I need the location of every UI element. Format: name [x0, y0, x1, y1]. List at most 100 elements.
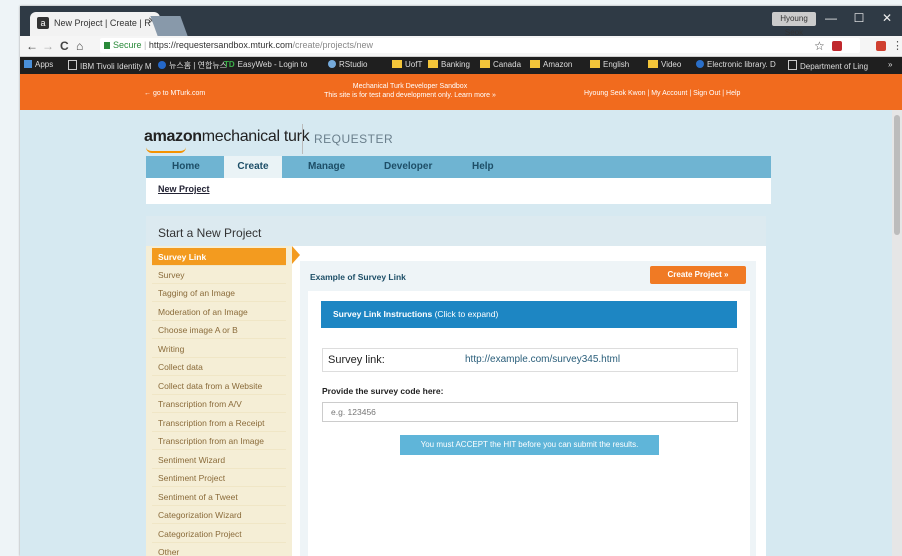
- page-icon: [788, 60, 797, 70]
- close-window-icon[interactable]: ✕: [874, 8, 900, 28]
- template-item[interactable]: Sentiment Project: [152, 469, 286, 487]
- template-item[interactable]: Writing: [152, 340, 286, 358]
- url-input[interactable]: Secure | https://requestersandbox.mturk.…: [100, 38, 860, 53]
- template-item[interactable]: Transcription from A/V: [152, 395, 286, 413]
- preview-form: Survey Link Instructions (Click to expan…: [308, 291, 750, 556]
- instructions-expander[interactable]: Survey Link Instructions (Click to expan…: [321, 301, 737, 328]
- template-item[interactable]: Tagging of an Image: [152, 284, 286, 302]
- mturk-logo[interactable]: amazonmechanical turk: [144, 128, 310, 146]
- secure-label: Secure: [113, 40, 142, 50]
- profile-button[interactable]: Hyoung Seok: [772, 12, 816, 37]
- user-links[interactable]: Hyoung Seok Kwon | My Account | Sign Out…: [584, 90, 740, 97]
- bookmark-folder[interactable]: English: [590, 60, 629, 69]
- tab-active[interactable]: a New Project | Create | R ✕: [30, 12, 160, 36]
- bookmark-folder[interactable]: Canada: [480, 60, 521, 69]
- survey-link-row: Survey link: http://example.com/survey34…: [322, 348, 738, 372]
- nav-manage[interactable]: Manage: [308, 156, 345, 178]
- amazon-smile-icon: [146, 147, 186, 153]
- template-item[interactable]: Transcription from a Receipt: [152, 414, 286, 432]
- survey-url-link[interactable]: http://example.com/survey345.html: [465, 354, 620, 365]
- bookmark-item[interactable]: TD EasyWeb - Login to: [224, 60, 307, 69]
- td-icon: TD: [224, 60, 235, 69]
- template-item[interactable]: Collect data: [152, 358, 286, 376]
- bookmark-star-icon[interactable]: ☆: [814, 39, 825, 53]
- template-item[interactable]: Other: [152, 543, 286, 556]
- sandbox-banner: ← go to MTurk.com Mechanical Turk Develo…: [20, 74, 902, 110]
- bookmark-folder[interactable]: Video: [648, 60, 681, 69]
- minimize-icon[interactable]: —: [818, 8, 844, 28]
- bookmark-item[interactable]: Electronic library. D: [696, 60, 776, 69]
- menu-icon[interactable]: ⋮: [892, 39, 902, 52]
- globe-icon: [158, 61, 166, 69]
- nav-home[interactable]: Home: [172, 156, 200, 178]
- sandbox-learn-more-link[interactable]: This site is for test and development on…: [290, 91, 530, 100]
- template-item[interactable]: Sentiment Wizard: [152, 451, 286, 469]
- nav-help[interactable]: Help: [472, 156, 494, 178]
- logo-divider: [302, 124, 303, 154]
- template-item[interactable]: Sentiment of a Tweet: [152, 488, 286, 506]
- home-icon[interactable]: ⌂: [76, 39, 83, 53]
- extension-abp-icon[interactable]: [832, 41, 842, 51]
- back-icon[interactable]: ←: [26, 39, 38, 53]
- survey-code-label: Provide the survey code here:: [322, 386, 444, 396]
- main-nav: Home Create Manage Developer Help: [146, 156, 771, 178]
- browser-window: a New Project | Create | R ✕ Hyoung Seok…: [20, 6, 902, 556]
- survey-code-input[interactable]: [322, 402, 738, 422]
- rstudio-icon: [328, 60, 336, 68]
- template-item[interactable]: Moderation of an Image: [152, 303, 286, 321]
- bookmark-folder[interactable]: UofT: [392, 60, 422, 69]
- new-tab-button[interactable]: [150, 16, 188, 36]
- amazon-favicon-icon: a: [37, 17, 49, 29]
- folder-icon: [480, 60, 490, 68]
- template-item-survey-link[interactable]: Survey Link: [152, 248, 286, 266]
- bookmark-folder[interactable]: Amazon: [530, 60, 572, 69]
- nav-create[interactable]: Create: [224, 156, 282, 178]
- template-item[interactable]: Collect data from a Website: [152, 377, 286, 395]
- reload-icon[interactable]: C: [60, 39, 69, 53]
- sandbox-title: Mechanical Turk Developer Sandbox: [352, 83, 468, 90]
- bookmarks-overflow-button[interactable]: »: [888, 60, 892, 69]
- scrollbar-thumb[interactable]: [894, 115, 900, 235]
- nav-developer[interactable]: Developer: [384, 156, 432, 178]
- bookmark-apps[interactable]: Apps: [24, 60, 53, 69]
- forward-icon[interactable]: →: [42, 39, 54, 53]
- requester-label: REQUESTER: [314, 132, 394, 146]
- create-project-button[interactable]: Create Project »: [650, 266, 746, 284]
- bookmark-folder[interactable]: Banking: [428, 60, 470, 69]
- page-scrollbar[interactable]: [892, 110, 902, 556]
- go-to-mturk-link[interactable]: ← go to MTurk.com: [144, 90, 205, 97]
- folder-icon: [392, 60, 402, 68]
- new-project-link[interactable]: New Project: [158, 184, 210, 194]
- bookmarks-bar: Apps IBM Tivoli Identity M 뉴스홈 | 연합뉴스 TD…: [20, 57, 902, 74]
- survey-link-label: Survey link:: [328, 354, 385, 366]
- template-sidebar: Survey Link Survey Tagging of an Image M…: [146, 246, 292, 556]
- folder-icon: [648, 60, 658, 68]
- bookmark-item[interactable]: Department of Ling: [788, 60, 868, 71]
- bookmark-item[interactable]: IBM Tivoli Identity M: [68, 60, 152, 71]
- maximize-icon[interactable]: ☐: [846, 8, 872, 28]
- apps-grid-icon: [24, 60, 32, 68]
- main-content: Start a New Project Survey Link Survey T…: [146, 216, 766, 556]
- template-item[interactable]: Transcription from an Image: [152, 432, 286, 450]
- template-item[interactable]: Survey: [152, 266, 286, 284]
- page-title: Start a New Project: [146, 216, 766, 246]
- accept-hit-button[interactable]: You must ACCEPT the HIT before you can s…: [400, 435, 659, 455]
- template-item[interactable]: Categorization Project: [152, 525, 286, 543]
- title-bar: a New Project | Create | R ✕ Hyoung Seok…: [20, 6, 902, 37]
- page-icon: [68, 60, 77, 70]
- url-path: /create/projects/new: [292, 40, 373, 50]
- library-icon: [696, 60, 704, 68]
- template-item[interactable]: Categorization Wizard: [152, 506, 286, 524]
- address-bar: ← → C ⌂ Secure | https://requestersandbo…: [20, 36, 902, 57]
- tab-title: New Project | Create | R: [54, 18, 151, 28]
- bookmark-item[interactable]: 뉴스홈 | 연합뉴스: [158, 60, 227, 71]
- template-item[interactable]: Choose image A or B: [152, 321, 286, 339]
- template-preview-panel: Example of Survey Link Create Project » …: [300, 261, 756, 556]
- folder-icon: [428, 60, 438, 68]
- extension-mail-icon[interactable]: [876, 41, 886, 51]
- instructions-title: Survey Link Instructions: [333, 309, 433, 319]
- folder-icon: [530, 60, 540, 68]
- bookmark-item[interactable]: RStudio: [328, 60, 367, 69]
- active-template-arrow-icon: [292, 246, 300, 264]
- lock-icon: [104, 42, 110, 49]
